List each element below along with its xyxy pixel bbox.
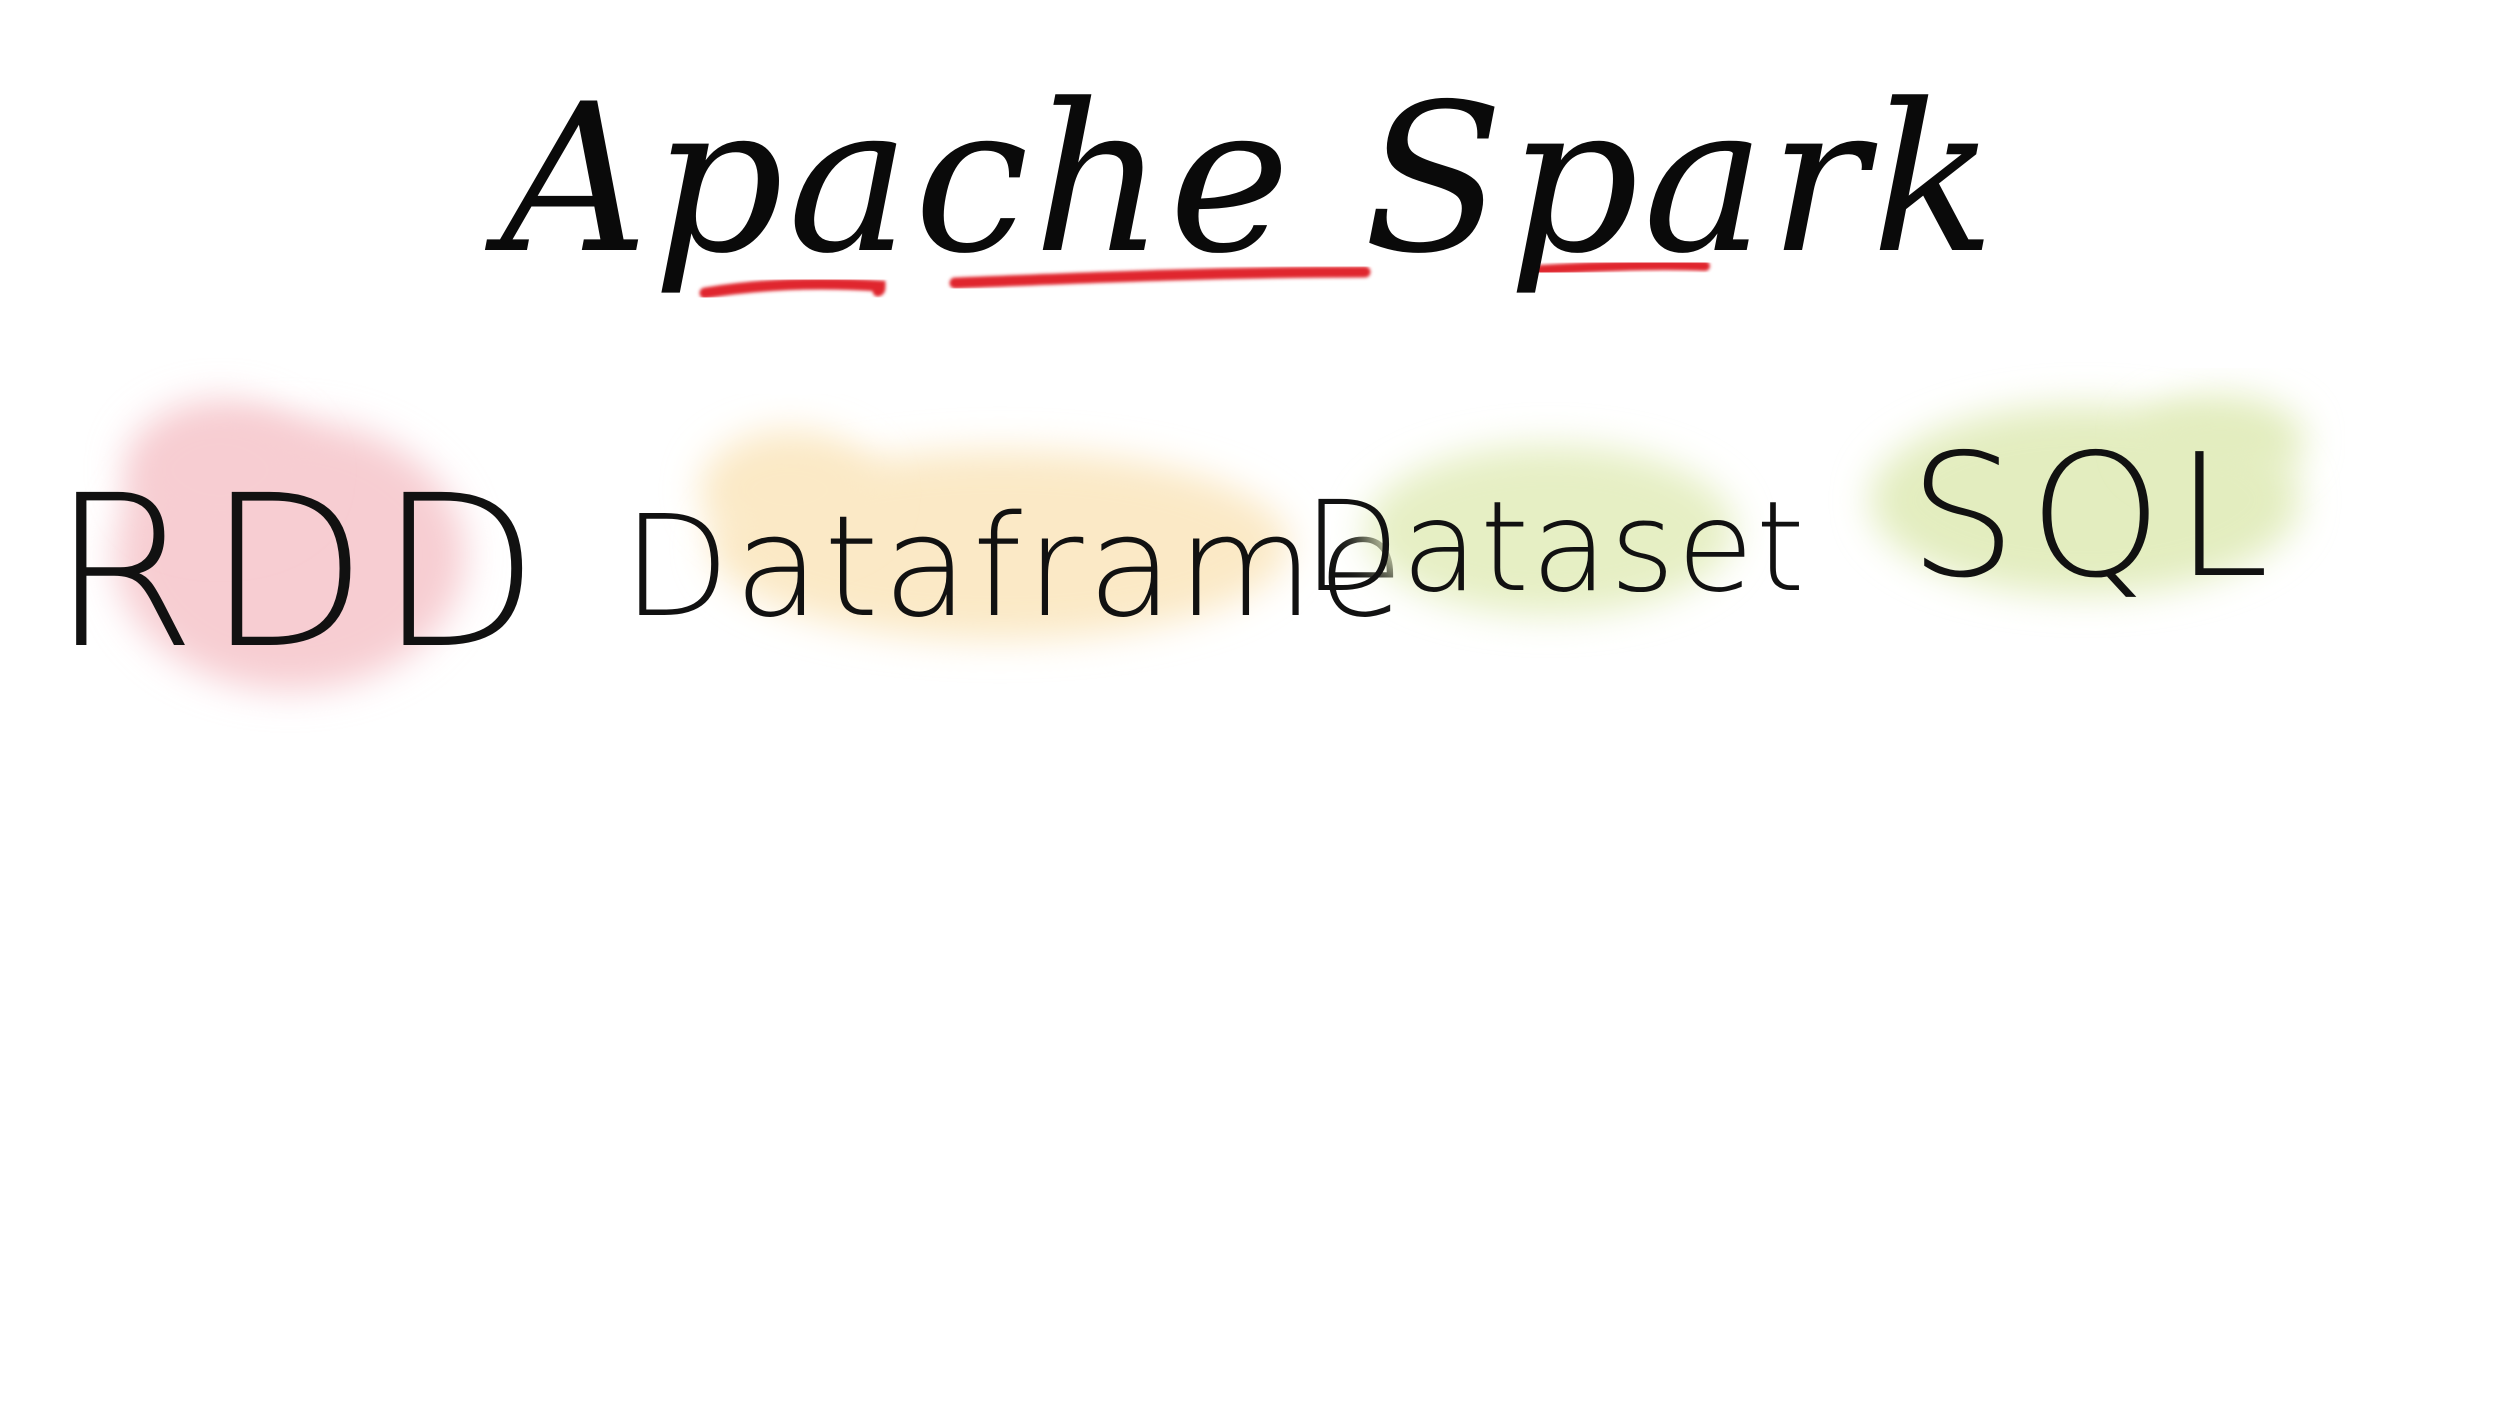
page-title: Apache Spark bbox=[485, 61, 2000, 299]
item-label-sql: SQL bbox=[1909, 418, 2281, 616]
whiteboard-drawing: Apache Spark RDD Dataframe Dataset SQL bbox=[50, 61, 2305, 695]
item-dataset: Dataset bbox=[1303, 445, 1807, 620]
item-label-dataframe: Dataframe bbox=[622, 486, 1407, 649]
title-group: Apache Spark bbox=[485, 61, 2000, 299]
item-label-dataset: Dataset bbox=[1303, 475, 1807, 620]
item-rdd: RDD bbox=[50, 400, 549, 695]
item-sql: SQL bbox=[1870, 395, 2305, 616]
item-label-rdd: RDD bbox=[50, 450, 549, 695]
item-dataframe: Dataframe bbox=[622, 430, 1407, 649]
whiteboard-canvas: Apache Spark RDD Dataframe Dataset SQL bbox=[0, 0, 2500, 1406]
